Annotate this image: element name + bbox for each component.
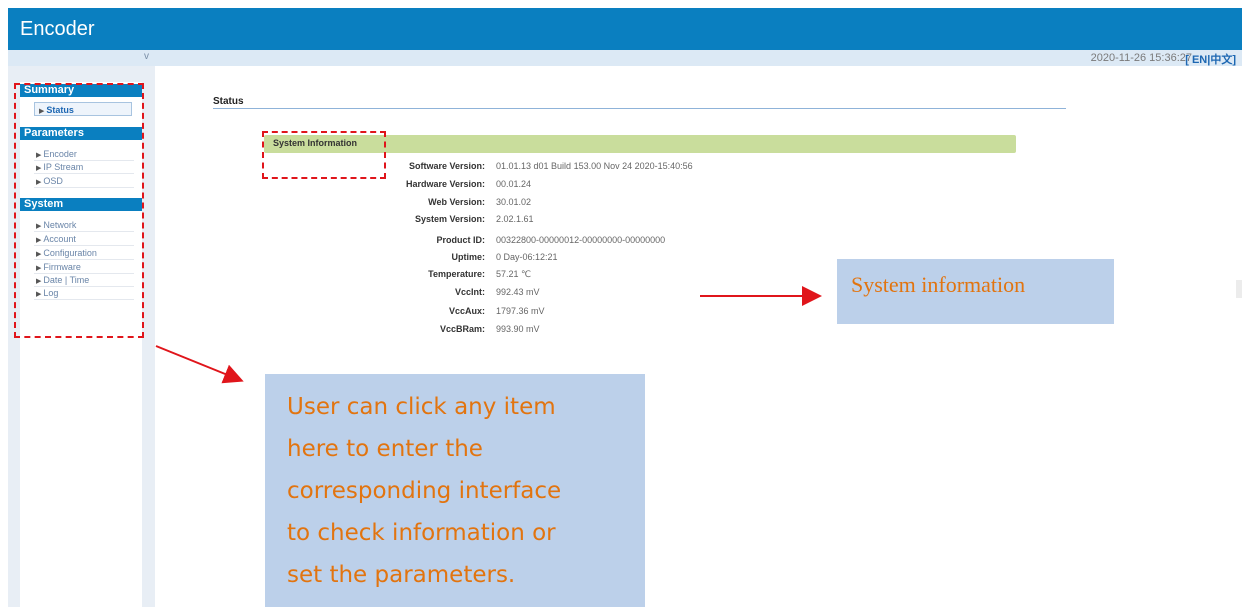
callout-text: System information	[851, 272, 1026, 297]
arrow-to-sidebar-callout	[155, 345, 244, 384]
callout-line: set the parameters.	[287, 562, 516, 588]
callout-line: corresponding interface	[287, 478, 562, 504]
scrollbar-thumb[interactable]	[1236, 280, 1242, 298]
sidebar-callout: User can click any item here to enter th…	[265, 374, 645, 607]
system-info-callout: System information	[837, 259, 1114, 324]
callout-line: here to enter the	[287, 436, 483, 462]
callout-line: User can click any item	[287, 394, 556, 420]
callout-line: to check information or	[287, 520, 556, 546]
